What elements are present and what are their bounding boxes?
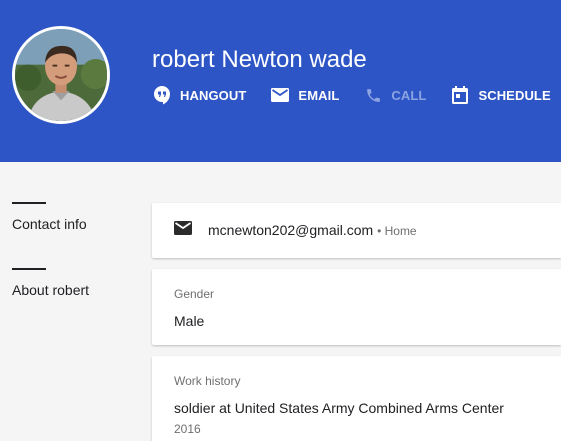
nav-contact-info[interactable]: Contact info (12, 202, 142, 268)
call-button[interactable]: CALL (363, 85, 426, 105)
nav-contact-info-label: Contact info (12, 216, 87, 232)
email-label: EMAIL (298, 87, 340, 103)
schedule-label: SCHEDULE (478, 87, 551, 103)
calendar-icon (450, 85, 470, 105)
call-label: CALL (391, 87, 427, 103)
work-history-card: Work history soldier at United States Ar… (152, 356, 561, 441)
hangout-button[interactable]: HANGOUT (152, 85, 246, 105)
work-history-label: Work history (174, 374, 241, 388)
email-address[interactable]: mcnewton202@gmail.com (208, 222, 373, 238)
gender-card: Gender Male (152, 269, 561, 345)
nav-indicator (12, 202, 46, 204)
mail-icon (174, 221, 194, 237)
action-bar: HANGOUT EMAIL CALL SCHEDULE (152, 82, 551, 108)
gender-label: Gender (174, 287, 215, 301)
avatar[interactable] (12, 26, 110, 124)
avatar-photo (15, 29, 107, 121)
nav-indicator (12, 268, 46, 270)
work-history-value: soldier at United States Army Combined A… (174, 400, 504, 416)
phone-icon (363, 85, 383, 105)
nav-about-label: About robert (12, 282, 90, 298)
work-history-year: 2016 (174, 422, 201, 436)
contact-name: robert Newton wade (152, 46, 367, 73)
hangout-label: HANGOUT (180, 87, 247, 103)
gender-value: Male (174, 313, 205, 329)
hangout-icon (152, 85, 172, 105)
profile-header: robert Newton wade HANGOUT EMAIL CALL SC… (0, 0, 561, 162)
nav-about[interactable]: About robert (12, 268, 142, 334)
email-icon (270, 85, 290, 105)
section-nav: Contact info About robert (12, 202, 142, 334)
email-type: • Home (377, 224, 417, 238)
schedule-button[interactable]: SCHEDULE (450, 85, 551, 105)
email-button[interactable]: EMAIL (270, 85, 339, 105)
email-row[interactable]: mcnewton202@gmail.com • Home (208, 222, 417, 238)
contact-card: mcnewton202@gmail.com • Home (152, 203, 561, 258)
